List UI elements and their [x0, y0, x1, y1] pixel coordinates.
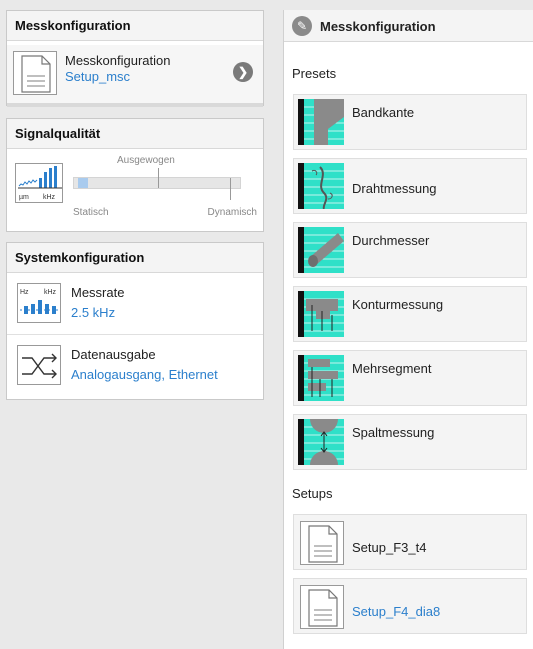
setup-item-selected[interactable]: Setup_F4_dia8	[293, 578, 527, 634]
preset-mehrsegment[interactable]: Mehrsegment	[293, 350, 527, 406]
systemkonfiguration-card: Systemkonfiguration Hz kHz Messrate 2.5 …	[6, 242, 264, 400]
right-panel: ✎ Messkonfiguration Presets Bandkante Dr…	[283, 10, 533, 649]
messrate-title: Messrate	[71, 285, 125, 300]
messrate-row[interactable]: Hz kHz Messrate 2.5 kHz	[7, 273, 263, 335]
slider-right-tick	[230, 178, 231, 200]
gap-measurement-icon	[298, 419, 344, 465]
messrate-value: 2.5 kHz	[71, 305, 116, 320]
signalqualitaet-card-title: Signalqualität	[7, 119, 263, 149]
preset-label: Spaltmessung	[352, 425, 435, 440]
slider-label-left: Statisch	[73, 207, 109, 218]
icon-unit-khz-rate: kHz	[44, 289, 57, 296]
preset-durchmesser[interactable]: Durchmesser	[293, 222, 527, 278]
wire-measurement-icon	[298, 163, 344, 209]
signalqualitaet-card: Signalqualität µm kHz Ausgewogen Statisc…	[6, 118, 264, 232]
signalqualitaet-row: µm kHz Ausgewogen Statisch Dynamisch	[7, 149, 263, 231]
icon-unit-khz: kHz	[43, 194, 56, 201]
datenausgabe-row[interactable]: Datenausgabe Analogausgang, Ethernet	[7, 335, 263, 397]
datenausgabe-title: Datenausgabe	[71, 347, 156, 362]
pencil-icon[interactable]: ✎	[292, 16, 312, 36]
preset-konturmessung[interactable]: Konturmessung	[293, 286, 527, 342]
document-icon	[13, 51, 57, 95]
measure-rate-icon: Hz kHz	[17, 283, 61, 323]
preset-label: Durchmesser	[352, 233, 430, 248]
presets-label: Presets	[292, 66, 337, 81]
row-separator	[7, 103, 263, 107]
preset-label: Konturmessung	[352, 297, 444, 312]
chevron-right-icon[interactable]: ❯	[233, 62, 253, 82]
signal-quality-icon: µm kHz	[15, 163, 63, 203]
setup-label: Setup_F3_t4	[352, 540, 427, 555]
document-icon	[300, 521, 344, 565]
slider-label-center: Ausgewogen	[117, 155, 175, 166]
slider-label-right: Dynamisch	[207, 207, 257, 218]
slider-thumb[interactable]	[78, 178, 88, 188]
contour-measurement-icon	[298, 291, 344, 337]
preset-label: Bandkante	[352, 105, 415, 120]
preset-bandkante[interactable]: Bandkante	[293, 94, 527, 150]
setup-label: Setup_F4_dia8	[352, 604, 441, 619]
preset-spaltmessung[interactable]: Spaltmessung	[293, 414, 527, 470]
setups-label: Setups	[292, 486, 333, 501]
signal-quality-slider[interactable]	[73, 168, 241, 200]
document-icon	[300, 585, 344, 629]
systemkonfiguration-card-title: Systemkonfiguration	[7, 243, 263, 273]
datenausgabe-value: Analogausgang, Ethernet	[71, 367, 218, 382]
messkonfiguration-title: Messkonfiguration	[65, 53, 171, 68]
preset-label: Drahtmessung	[352, 181, 437, 196]
band-edge-icon	[298, 99, 344, 145]
messkonfiguration-row[interactable]: Messkonfiguration Setup_msc ❯	[7, 45, 263, 103]
preset-drahtmessung[interactable]: Drahtmessung	[293, 158, 527, 214]
multi-segment-icon	[298, 355, 344, 401]
right-panel-title: Messkonfiguration	[320, 19, 436, 34]
right-panel-header: ✎ Messkonfiguration	[284, 10, 533, 42]
messkonfiguration-card-title: Messkonfiguration	[7, 11, 263, 41]
icon-unit-um: µm	[19, 194, 29, 201]
left-panel: Messkonfiguration Messkonfiguration Setu…	[0, 0, 270, 649]
setup-item[interactable]: Setup_F3_t4	[293, 514, 527, 570]
data-output-icon	[17, 345, 61, 385]
messkonfiguration-value: Setup_msc	[65, 69, 131, 84]
diameter-icon	[298, 227, 344, 273]
messkonfiguration-card: Messkonfiguration Messkonfiguration Setu…	[6, 10, 264, 107]
preset-label: Mehrsegment	[352, 361, 432, 376]
slider-center-tick	[158, 168, 159, 188]
icon-unit-hz: Hz	[20, 289, 29, 296]
